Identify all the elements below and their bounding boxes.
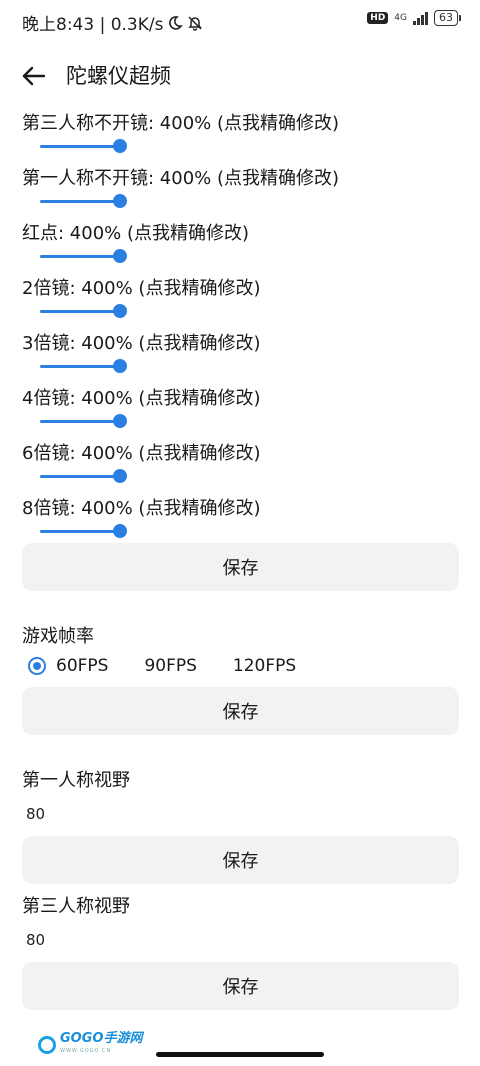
slider-thumb[interactable] — [113, 414, 127, 428]
frame-rate-label: 游戏帧率 — [22, 626, 94, 647]
slider-label-red-dot[interactable]: 红点: 400% (点我精确修改) — [22, 221, 249, 247]
slider-track[interactable] — [40, 255, 120, 258]
radio-120fps[interactable]: 120FPS — [233, 656, 296, 676]
status-bar-left: 晚上8:43 | 0.3K/s — [22, 10, 203, 35]
slider-track[interactable] — [40, 420, 120, 423]
status-bar-right: HD 4G 63 — [367, 10, 461, 26]
save-third-person-fov-button[interactable]: 保存 — [22, 962, 459, 1010]
third-person-fov-value[interactable]: 80 — [26, 930, 45, 950]
save-frame-rate-button[interactable]: 保存 — [22, 687, 459, 735]
radio-label: 120FPS — [232, 656, 297, 676]
slider-thumb[interactable] — [113, 524, 127, 538]
radio-label: 60FPS — [56, 656, 109, 676]
radio-label: 90FPS — [144, 656, 197, 676]
slider-label-8x-scope[interactable]: 8倍镜: 400% (点我精确修改) — [22, 496, 260, 522]
slider-thumb[interactable] — [113, 139, 127, 153]
save-sensitivity-button[interactable]: 保存 — [22, 543, 459, 591]
slider-label-4x-scope[interactable]: 4倍镜: 400% (点我精确修改) — [22, 386, 260, 412]
save-first-person-fov-button[interactable]: 保存 — [22, 836, 459, 884]
slider-label-2x-scope[interactable]: 2倍镜: 400% (点我精确修改) — [22, 276, 260, 302]
slider-track[interactable] — [40, 310, 120, 313]
bell-off-icon — [188, 15, 203, 31]
slider-track[interactable] — [40, 475, 120, 478]
first-person-fov-value[interactable]: 80 — [26, 804, 45, 824]
hd-badge: HD — [367, 12, 389, 24]
slider-label-6x-scope[interactable]: 6倍镜: 400% (点我精确修改) — [22, 441, 260, 467]
slider-track[interactable] — [40, 200, 120, 203]
watermark-text: GOGO手游网 — [60, 1031, 143, 1046]
slider-label-first-person-no-scope[interactable]: 第一人称不开镜: 400% (点我精确修改) — [22, 166, 339, 192]
slider-thumb[interactable] — [113, 194, 127, 208]
slider-label-third-person-no-scope[interactable]: 第三人称不开镜: 400% (点我精确修改) — [22, 111, 339, 137]
slider-thumb[interactable] — [113, 469, 127, 483]
radio-90fps[interactable]: 90FPS — [144, 656, 196, 676]
moon-icon — [169, 15, 184, 30]
signal-icon — [413, 11, 428, 25]
radio-60fps[interactable]: 60FPS — [28, 656, 108, 676]
radio-checked-icon — [28, 657, 46, 675]
watermark-logo: GOGO手游网 WWW.GOGO.CN — [38, 1031, 143, 1057]
third-person-fov-label: 第三人称视野 — [22, 896, 130, 917]
home-indicator[interactable] — [156, 1052, 324, 1057]
slider-thumb[interactable] — [113, 304, 127, 318]
slider-track[interactable] — [40, 145, 120, 148]
page-title: 陀螺仪超频 — [66, 64, 171, 88]
arrow-left-icon[interactable] — [18, 60, 50, 92]
battery-indicator: 63 — [434, 10, 461, 26]
slider-track[interactable] — [40, 530, 120, 533]
frame-rate-radio-group: 60FPS 90FPS 120FPS — [28, 656, 332, 676]
network-type: 4G — [394, 12, 407, 23]
status-time: 晚上8:43 | 0.3K/s — [22, 15, 164, 35]
watermark-subtext: WWW.GOGO.CN — [60, 1048, 112, 1054]
slider-track[interactable] — [40, 365, 120, 368]
slider-thumb[interactable] — [113, 249, 127, 263]
first-person-fov-label: 第一人称视野 — [22, 770, 130, 791]
logo-icon — [38, 1036, 56, 1054]
slider-label-3x-scope[interactable]: 3倍镜: 400% (点我精确修改) — [22, 331, 260, 357]
slider-thumb[interactable] — [113, 359, 127, 373]
